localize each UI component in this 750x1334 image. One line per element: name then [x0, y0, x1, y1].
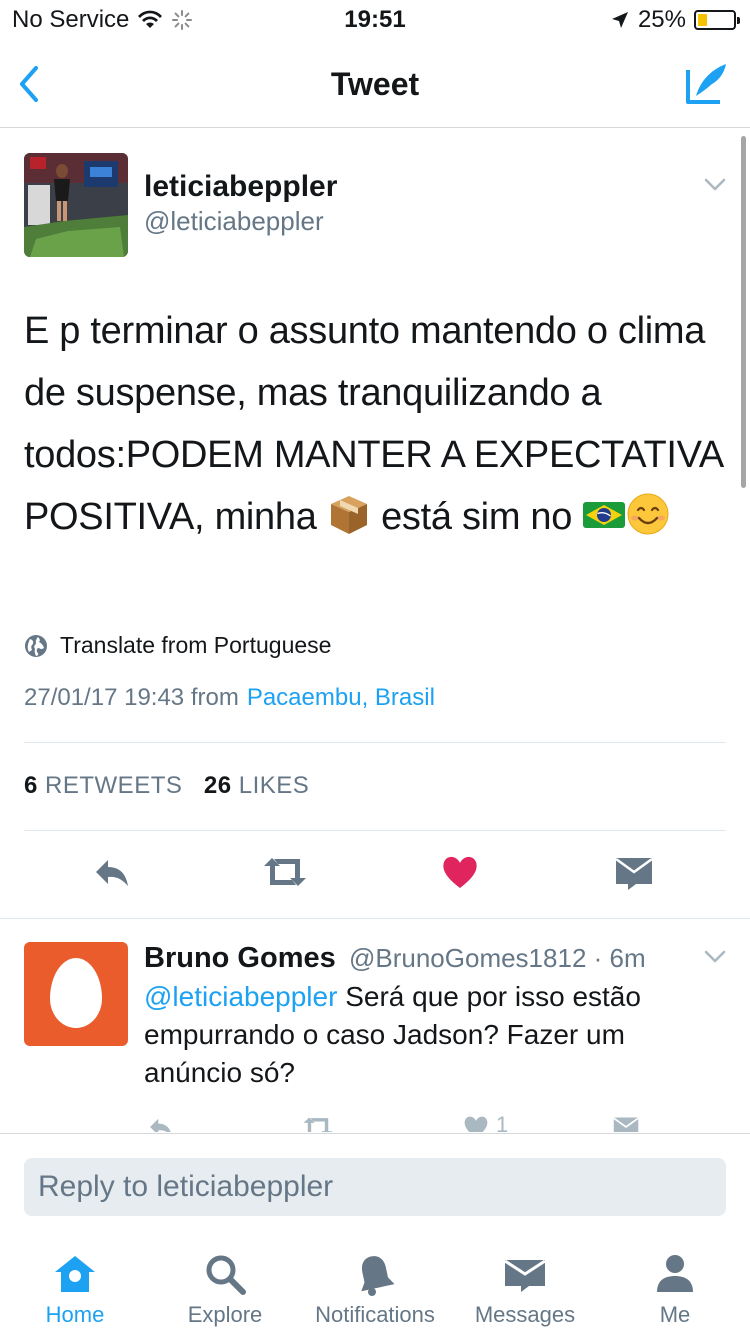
- home-icon: [55, 1256, 95, 1292]
- reply-text: @leticiabeppler Será que por isso estão …: [144, 978, 724, 1092]
- tab-home[interactable]: Home: [0, 1234, 150, 1334]
- reply-author-handle[interactable]: @BrunoGomes1812: [349, 943, 586, 973]
- envelope-icon: [504, 1259, 546, 1292]
- tab-messages[interactable]: Messages: [450, 1234, 600, 1334]
- reply-mention[interactable]: @leticiabeppler: [144, 981, 337, 1012]
- bell-icon: [361, 1256, 395, 1296]
- author-handle[interactable]: @leticiabeppler: [144, 206, 324, 237]
- timestamp: 27/01/17 19:43 from: [24, 684, 239, 711]
- tab-notifications[interactable]: Notifications: [300, 1234, 450, 1334]
- tab-label: Me: [659, 1302, 691, 1327]
- author-avatar[interactable]: [24, 153, 128, 257]
- location-arrow-icon: [611, 12, 628, 28]
- globe-icon: [25, 634, 47, 657]
- nav-bar: Tweet: [0, 40, 750, 128]
- search-icon: [206, 1255, 246, 1295]
- translate-link[interactable]: Translate from Portuguese: [24, 632, 331, 659]
- translate-label: Translate from Portuguese: [60, 632, 332, 658]
- tweet-actions: [24, 850, 726, 906]
- heart-icon[interactable]: [438, 850, 482, 894]
- battery-level: [698, 14, 707, 26]
- tweet-text: E p terminar o assunto mantendo o clima …: [24, 300, 726, 548]
- reply-composer: Reply to leticiabeppler: [0, 1133, 750, 1233]
- battery-percent: 25%: [637, 6, 686, 33]
- divider: [24, 830, 726, 831]
- tab-explore[interactable]: Explore: [150, 1234, 300, 1334]
- battery-icon: [694, 10, 740, 30]
- reply-icon[interactable]: [90, 850, 134, 894]
- reply-actions: 1: [144, 1112, 726, 1132]
- author-name[interactable]: leticiabeppler: [144, 170, 337, 204]
- tab-label: Notifications: [315, 1302, 435, 1327]
- likes-label: LIKES: [238, 772, 310, 799]
- tab-label: Home: [45, 1302, 105, 1327]
- tab-label: Messages: [474, 1302, 576, 1327]
- retweets-label: RETWEETS: [45, 772, 183, 799]
- smiling-face-emoji: [627, 493, 669, 535]
- section-divider: [0, 918, 750, 919]
- direct-message-icon[interactable]: [610, 1112, 642, 1132]
- tweet-meta: 27/01/17 19:43 from Pacaembu, Brasil: [24, 684, 435, 712]
- reply-avatar[interactable]: [24, 942, 128, 1046]
- scrollbar[interactable]: [741, 136, 746, 488]
- divider: [24, 742, 726, 743]
- direct-message-icon[interactable]: [612, 850, 656, 894]
- reply-tweet[interactable]: Bruno Gomes @BrunoGomes1812 · 6m @letici…: [24, 942, 726, 1132]
- location-link[interactable]: Pacaembu, Brasil: [247, 684, 435, 711]
- heart-icon[interactable]: [460, 1112, 492, 1132]
- retweet-icon[interactable]: [260, 850, 310, 894]
- chevron-down-icon[interactable]: [704, 950, 726, 964]
- status-bar: No Service 19:51 25%: [0, 0, 750, 40]
- egg-avatar-icon: [50, 958, 102, 1028]
- retweet-icon[interactable]: [298, 1112, 338, 1132]
- likes-count: 26: [203, 772, 232, 799]
- package-emoji: [330, 496, 367, 534]
- retweets-stat[interactable]: 6 RETWEETS: [24, 772, 182, 799]
- avatar-photo: [24, 153, 128, 257]
- compose-quill-icon[interactable]: [684, 60, 730, 106]
- tab-bar: Home Explore Notifications Messages Me: [0, 1234, 750, 1334]
- page-title: Tweet: [330, 66, 420, 102]
- chevron-down-icon[interactable]: [704, 178, 726, 192]
- tab-me[interactable]: Me: [600, 1234, 750, 1334]
- reply-author-name[interactable]: Bruno Gomes: [144, 942, 336, 974]
- likes-stat[interactable]: 26 LIKES: [204, 772, 309, 799]
- reply-icon[interactable]: [144, 1112, 178, 1132]
- reply-header: Bruno Gomes @BrunoGomes1812 · 6m: [144, 942, 646, 975]
- reply-time: · 6m: [593, 943, 646, 973]
- person-icon: [657, 1255, 693, 1292]
- tab-label: Explore: [187, 1302, 263, 1327]
- retweets-count: 6: [24, 772, 38, 799]
- tweet-text-part2: está sim no: [381, 496, 573, 538]
- reply-input[interactable]: Reply to leticiabeppler: [24, 1158, 726, 1216]
- brazil-flag-emoji: [583, 502, 626, 528]
- tweet-stats: 6 RETWEETS 26 LIKES: [24, 772, 309, 800]
- reply-like-count: 1: [496, 1112, 509, 1132]
- status-right: 25%: [610, 6, 740, 34]
